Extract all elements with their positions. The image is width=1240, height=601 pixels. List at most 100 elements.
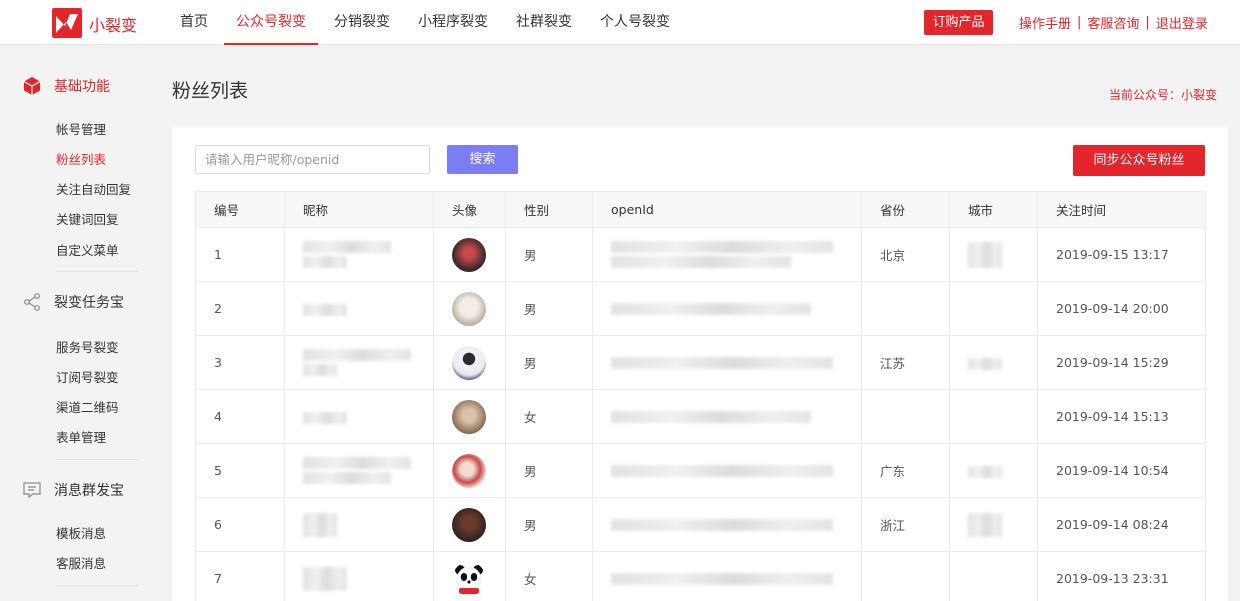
cell-follow-time: 2019-09-14 15:13 <box>1037 389 1206 444</box>
sidebar-item-fans-list[interactable]: 粉丝列表 <box>56 149 106 168</box>
cell-gender: 男 <box>505 443 593 498</box>
avatar[interactable] <box>452 507 486 542</box>
sidebar-section-fission-task[interactable]: 裂变任务宝 <box>22 291 124 313</box>
nav-distribution-fission[interactable]: 分销裂变 <box>322 0 402 45</box>
column-header-id[interactable]: 编号 <box>195 191 285 228</box>
blurred-text <box>303 472 391 484</box>
cell-avatar <box>433 389 506 444</box>
sidebar: 基础功能 帐号管理 粉丝列表 关注自动回复 关键词回复 自定义菜单 裂变任务宝 … <box>0 46 160 601</box>
table-row[interactable]: 3 男 江苏 2019-09-14 15:29 <box>195 335 1206 390</box>
sidebar-item-keyword-reply[interactable]: 关键词回复 <box>56 209 119 228</box>
cell-province: 浙江 <box>861 497 950 552</box>
cell-follow-time: 2019-09-14 20:00 <box>1037 281 1206 336</box>
cell-openid <box>592 551 862 601</box>
avatar[interactable] <box>452 561 486 596</box>
sidebar-item-channel-qrcode[interactable]: 渠道二维码 <box>56 397 119 416</box>
sidebar-section-messaging[interactable]: 消息群发宝 <box>22 479 124 501</box>
sidebar-item-account-management[interactable]: 帐号管理 <box>56 119 106 138</box>
cell-id: 1 <box>195 227 285 282</box>
main-nav: 首页 公众号裂变 分销裂变 小程序裂变 社群裂变 个人号裂变 <box>168 0 686 45</box>
cell-avatar <box>433 497 506 552</box>
cell-nickname <box>284 389 434 444</box>
brand-logo[interactable] <box>52 8 82 38</box>
avatar[interactable] <box>452 237 486 272</box>
sidebar-item-custom-menu[interactable]: 自定义菜单 <box>56 240 119 259</box>
link-separator: | <box>1145 15 1150 30</box>
cell-id: 6 <box>195 497 285 552</box>
sync-fans-button[interactable]: 同步公众号粉丝 <box>1073 145 1205 176</box>
column-header-openid[interactable]: openId <box>592 191 862 228</box>
nav-official-account-fission[interactable]: 公众号裂变 <box>224 0 318 45</box>
sidebar-item-template-message[interactable]: 模板消息 <box>56 523 106 542</box>
cell-avatar <box>433 335 506 390</box>
avatar[interactable] <box>452 453 486 488</box>
cell-city <box>949 389 1038 444</box>
cell-avatar <box>433 281 506 336</box>
blurred-text <box>611 241 833 253</box>
sidebar-item-service-fission[interactable]: 服务号裂变 <box>56 337 119 356</box>
fans-table: 编号 昵称 头像 性别 openId 省份 城市 关注时间 1 男 北京 201… <box>195 191 1206 601</box>
blurred-text <box>303 566 347 591</box>
table-row[interactable]: 2 男 2019-09-14 20:00 <box>195 281 1206 336</box>
table-row[interactable]: 1 男 北京 2019-09-15 13:17 <box>195 227 1206 282</box>
avatar[interactable] <box>452 345 486 380</box>
column-header-nickname[interactable]: 昵称 <box>284 191 434 228</box>
cell-province <box>861 281 950 336</box>
sidebar-item-auto-reply[interactable]: 关注自动回复 <box>56 179 131 198</box>
cell-avatar <box>433 227 506 282</box>
blurred-text <box>611 572 833 585</box>
avatar[interactable] <box>452 291 486 326</box>
table-row[interactable]: 5 男 广东 2019-09-14 10:54 <box>195 443 1206 498</box>
blurred-text <box>303 512 337 537</box>
search-input[interactable] <box>195 145 430 174</box>
cell-gender: 男 <box>505 335 593 390</box>
column-header-gender[interactable]: 性别 <box>505 191 593 228</box>
column-header-province[interactable]: 省份 <box>861 191 950 228</box>
sidebar-item-subscription-fission[interactable]: 订阅号裂变 <box>56 367 119 386</box>
table-row[interactable]: 4 女 2019-09-14 15:13 <box>195 389 1206 444</box>
table-row[interactable]: 6 男 浙江 2019-09-14 08:24 <box>195 497 1206 552</box>
nav-miniprogram-fission[interactable]: 小程序裂变 <box>406 0 500 45</box>
cell-gender: 女 <box>505 389 593 444</box>
blurred-text <box>611 410 811 423</box>
avatar[interactable] <box>452 399 486 434</box>
nav-home[interactable]: 首页 <box>168 0 220 45</box>
manual-link[interactable]: 操作手册 <box>1019 13 1071 32</box>
sidebar-section-basic[interactable]: 基础功能 <box>22 75 110 97</box>
sidebar-section-title: 裂变任务宝 <box>54 295 124 311</box>
sidebar-item-form-management[interactable]: 表单管理 <box>56 427 106 446</box>
cell-avatar <box>433 551 506 601</box>
cell-gender: 男 <box>505 497 593 552</box>
nav-community-fission[interactable]: 社群裂变 <box>504 0 584 45</box>
blurred-text <box>611 356 833 369</box>
sidebar-item-customer-message[interactable]: 客服消息 <box>56 553 106 572</box>
cell-city <box>949 335 1038 390</box>
column-header-avatar[interactable]: 头像 <box>433 191 506 228</box>
cell-gender: 女 <box>505 551 593 601</box>
support-link[interactable]: 客服咨询 <box>1087 13 1139 32</box>
search-button[interactable]: 搜索 <box>447 145 518 174</box>
blurred-text <box>303 241 391 253</box>
nav-personal-fission[interactable]: 个人号裂变 <box>588 0 682 45</box>
column-header-follow-time[interactable]: 关注时间 <box>1037 191 1206 228</box>
cube-icon <box>23 77 41 95</box>
order-product-button[interactable]: 订购产品 <box>924 10 993 35</box>
table-row[interactable]: 7 女 2019-09-13 23:31 <box>195 551 1206 601</box>
brand-name[interactable]: 小裂变 <box>89 12 137 36</box>
cell-id: 2 <box>195 281 285 336</box>
cell-province: 江苏 <box>861 335 950 390</box>
logout-link[interactable]: 退出登录 <box>1156 13 1208 32</box>
cell-nickname <box>284 497 434 552</box>
blurred-text <box>611 464 833 477</box>
share-icon <box>24 293 40 311</box>
message-icon <box>23 482 41 499</box>
sidebar-section-title: 消息群发宝 <box>54 483 124 499</box>
table-header-row: 编号 昵称 头像 性别 openId 省份 城市 关注时间 <box>195 191 1206 228</box>
column-header-city[interactable]: 城市 <box>949 191 1038 228</box>
blurred-text <box>968 241 1002 268</box>
blurred-text <box>303 256 347 268</box>
panda-icon <box>455 564 483 594</box>
cell-follow-time: 2019-09-14 10:54 <box>1037 443 1206 498</box>
fans-panel: 搜索 同步公众号粉丝 编号 昵称 头像 性别 openId 省份 城市 关注时间… <box>172 127 1228 601</box>
top-links: 操作手册 | 客服咨询 | 退出登录 <box>1019 13 1208 32</box>
